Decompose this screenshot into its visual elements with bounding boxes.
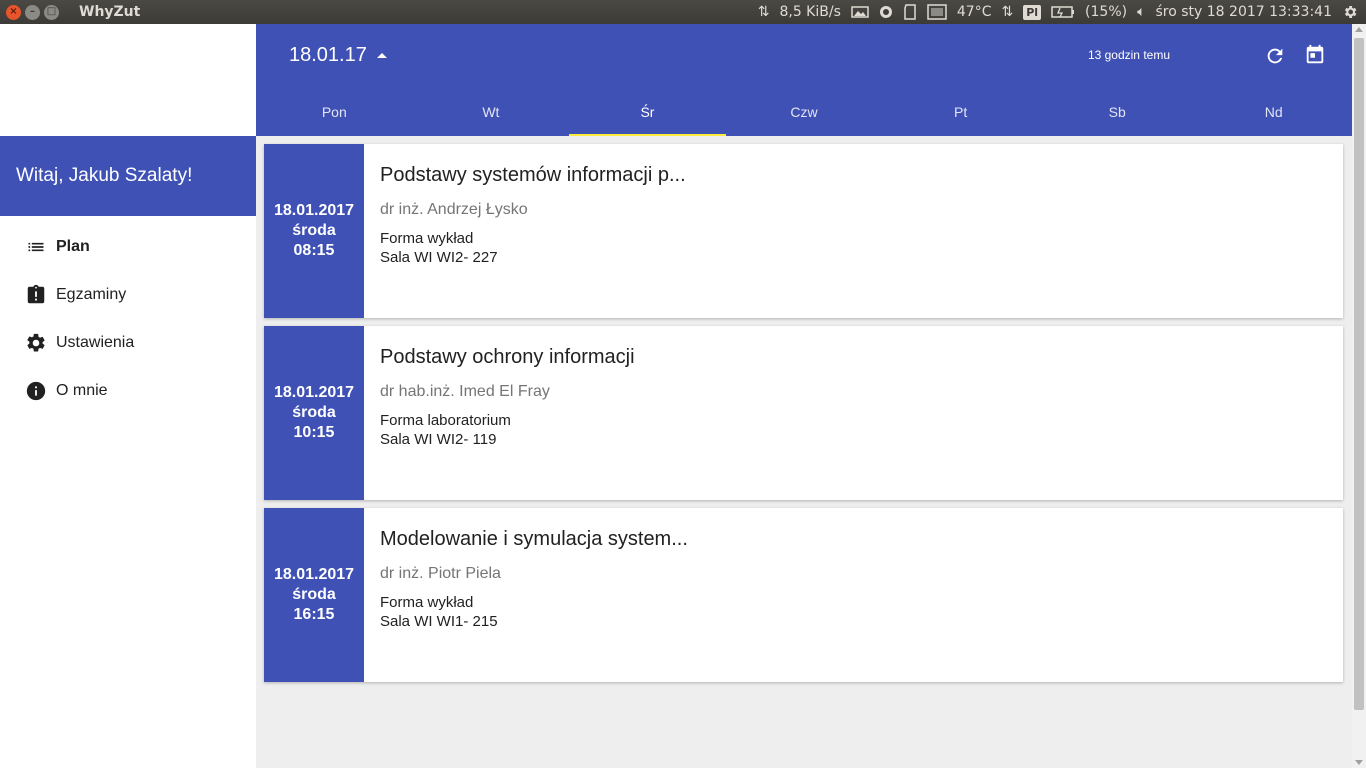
steam-icon[interactable] <box>879 5 893 19</box>
network-icon[interactable]: ⇅ <box>1001 4 1013 20</box>
image-viewer-icon[interactable] <box>851 5 869 19</box>
battery-icon[interactable] <box>1051 5 1075 19</box>
scrollbar[interactable] <box>1352 24 1366 768</box>
class-details: Podstawy ochrony informacji dr hab.inż. … <box>364 326 1343 500</box>
volume-icon[interactable]: 🔈︎ <box>1137 4 1145 20</box>
scroll-thumb[interactable] <box>1354 38 1364 710</box>
weekday-tabs: Pon Wt Śr Czw Pt Sb Nd <box>256 88 1352 136</box>
tab-sr[interactable]: Śr <box>569 88 726 136</box>
selected-date: 18.01.17 <box>289 44 367 66</box>
class-time: 10:15 <box>293 424 335 441</box>
system-indicators: ⇅ 8,5 KiB/s 47°C ⇅ Pl (15%) 🔈︎ śro sty 1… <box>758 0 1366 24</box>
calendar-button[interactable] <box>1304 44 1326 66</box>
temperature[interactable]: 47°C <box>957 4 992 20</box>
window-controls: × – □ <box>6 4 59 20</box>
sidebar-item-egzaminy[interactable]: Egzaminy <box>0 271 256 319</box>
tab-pt[interactable]: Pt <box>882 88 1039 136</box>
schedule-list[interactable]: 18.01.2017 środa 08:15 Podstawy systemów… <box>256 136 1352 768</box>
cpu-icon[interactable] <box>927 4 947 20</box>
sidebar-item-label: Ustawienia <box>56 334 135 351</box>
class-card[interactable]: 18.01.2017 środa 16:15 Modelowanie i sym… <box>264 508 1343 682</box>
tab-pon[interactable]: Pon <box>256 88 413 136</box>
tab-nd[interactable]: Nd <box>1195 88 1352 136</box>
class-time: 08:15 <box>293 242 335 259</box>
sidebar-item-label: Plan <box>56 238 90 255</box>
class-title: Podstawy systemów informacji p... <box>380 164 686 186</box>
sidebar-item-label: Egzaminy <box>56 286 127 303</box>
class-room: Sala WI WI2- 119 <box>380 431 497 448</box>
maximize-window-button[interactable]: □ <box>44 4 59 20</box>
class-details: Podstawy systemów informacji p... dr inż… <box>364 144 1343 318</box>
class-title: Modelowanie i symulacja system... <box>380 528 688 550</box>
tab-wt[interactable]: Wt <box>413 88 570 136</box>
class-teacher: dr inż. Piotr Piela <box>380 565 501 582</box>
info-icon <box>24 379 48 403</box>
scroll-down-arrow-icon[interactable] <box>1355 760 1363 765</box>
class-day: środa <box>292 404 336 421</box>
sidebar-item-plan[interactable]: Plan <box>0 223 256 271</box>
refresh-button[interactable] <box>1264 45 1286 67</box>
class-room: Sala WI WI2- 227 <box>380 249 498 266</box>
class-teacher: dr inż. Andrzej Łysko <box>380 201 528 218</box>
tab-czw[interactable]: Czw <box>726 88 883 136</box>
list-icon <box>24 235 48 259</box>
clipboard-alert-icon <box>24 283 48 307</box>
keyboard-layout[interactable]: Pl <box>1023 4 1042 20</box>
network-transfer-icon[interactable]: ⇅ <box>758 4 770 20</box>
class-date: 18.01.2017 <box>273 566 355 583</box>
calendar-icon <box>1306 44 1324 64</box>
sidebar-item-o-mnie[interactable]: O mnie <box>0 367 256 415</box>
class-form: Forma wykład <box>380 594 474 611</box>
sd-card-icon[interactable] <box>903 4 917 20</box>
class-day: środa <box>292 586 336 603</box>
battery-percent[interactable]: (15%) <box>1085 4 1127 20</box>
sidebar: Witaj, Jakub Szalaty! Plan Egzaminy Usta… <box>0 24 256 768</box>
close-window-button[interactable]: × <box>6 4 21 20</box>
class-form: Forma wykład <box>380 230 474 247</box>
sidebar-nav: Plan Egzaminy Ustawienia O mnie <box>0 223 256 415</box>
caret-up-icon <box>376 53 387 58</box>
class-form: Forma laboratorium <box>380 412 511 429</box>
class-title: Podstawy ochrony informacji <box>380 346 635 368</box>
class-date: 18.01.2017 <box>273 202 355 219</box>
app-title: WhyZut <box>79 4 141 20</box>
class-time: 16:15 <box>293 606 335 623</box>
scroll-up-arrow-icon[interactable] <box>1355 27 1363 32</box>
minimize-window-button[interactable]: – <box>25 4 40 20</box>
sidebar-item-label: O mnie <box>56 382 108 399</box>
class-card[interactable]: 18.01.2017 środa 08:15 Podstawy systemów… <box>264 144 1343 318</box>
date-selector[interactable]: 18.01.17 <box>289 44 387 67</box>
sidebar-greeting: Witaj, Jakub Szalaty! <box>0 136 256 216</box>
class-details: Modelowanie i symulacja system... dr inż… <box>364 508 1343 682</box>
os-top-panel: × – □ WhyZut ⇅ 8,5 KiB/s 47°C ⇅ Pl (15%)… <box>0 0 1366 24</box>
class-date-block: 18.01.2017 środa 08:15 <box>264 144 364 318</box>
class-teacher: dr hab.inż. Imed El Fray <box>380 383 550 400</box>
datetime[interactable]: śro sty 18 2017 13:33:41 <box>1156 4 1333 20</box>
class-card[interactable]: 18.01.2017 środa 10:15 Podstawy ochrony … <box>264 326 1343 500</box>
gear-icon <box>24 331 48 355</box>
power-gear-icon[interactable] <box>1342 4 1358 20</box>
class-date-block: 18.01.2017 środa 16:15 <box>264 508 364 682</box>
refresh-icon <box>1267 48 1283 64</box>
net-speed[interactable]: 8,5 KiB/s <box>779 4 840 20</box>
class-day: środa <box>292 222 336 239</box>
class-date: 18.01.2017 <box>273 384 355 401</box>
class-room: Sala WI WI1- 215 <box>380 613 498 630</box>
class-date-block: 18.01.2017 środa 10:15 <box>264 326 364 500</box>
tab-sb[interactable]: Sb <box>1039 88 1196 136</box>
sidebar-item-ustawienia[interactable]: Ustawienia <box>0 319 256 367</box>
last-sync-info: 13 godzin temu <box>1087 48 1170 62</box>
